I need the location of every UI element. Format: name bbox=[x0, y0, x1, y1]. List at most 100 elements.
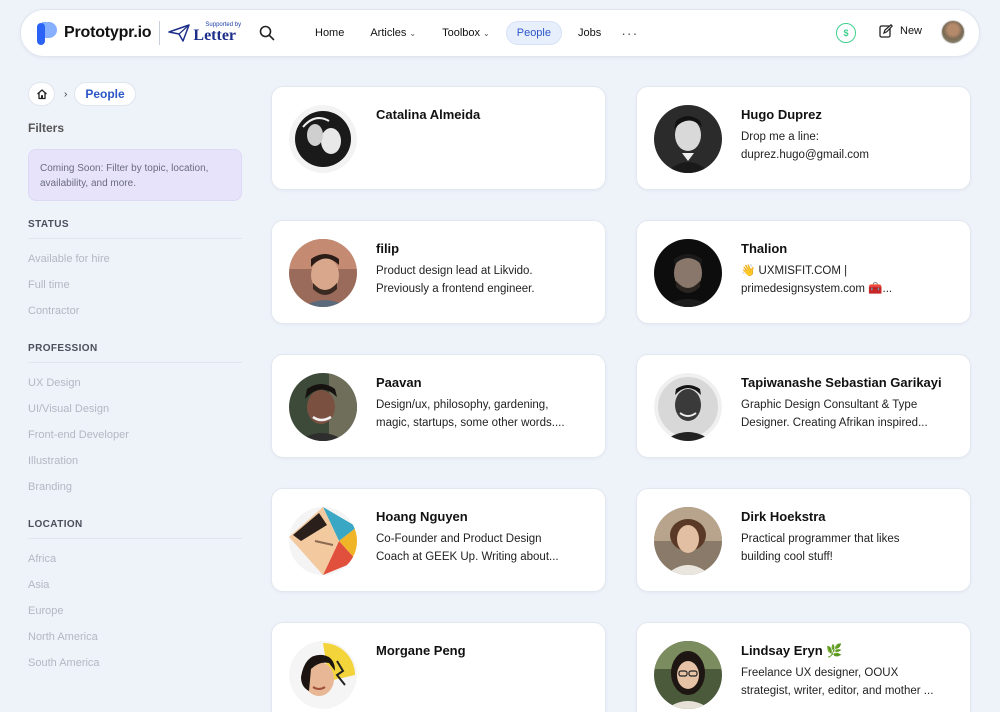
person-card[interactable]: Hoang Nguyen Co-Founder and Product Desi… bbox=[271, 488, 606, 592]
bio-line: Drop me a line: bbox=[741, 131, 819, 143]
nav-articles-label: Articles bbox=[370, 27, 407, 39]
avatar bbox=[289, 105, 357, 173]
brand-divider bbox=[159, 21, 161, 45]
coming-soon-notice: Coming Soon: Filter by topic, location, … bbox=[28, 149, 242, 201]
person-card[interactable]: Thalion 👋 UXMISFIT.COM | primedesignsyst… bbox=[636, 220, 971, 324]
bio-line: Freelance UX designer, OOUX bbox=[741, 667, 899, 679]
filter-item[interactable]: UX Design bbox=[28, 370, 242, 396]
bio-line: Previously a frontend engineer. bbox=[376, 283, 535, 295]
bio-line: Design/ux, philosophy, gardening, bbox=[376, 399, 549, 411]
filter-item[interactable]: Front-end Developer bbox=[28, 422, 242, 448]
person-bio: Graphic Design Consultant & Type Designe… bbox=[741, 396, 957, 432]
filter-item[interactable]: South America bbox=[28, 650, 242, 676]
nav-toolbox[interactable]: Toolbox ⌄ bbox=[432, 22, 500, 44]
person-name: filip bbox=[376, 241, 400, 256]
bio-line: Practical programmer that likes bbox=[741, 533, 900, 545]
filter-item[interactable]: Asia bbox=[28, 572, 242, 598]
person-bio: Co-Founder and Product Design Coach at G… bbox=[376, 530, 592, 566]
letter-wordmark: Letter bbox=[193, 27, 237, 44]
person-name: Catalina Almeida bbox=[376, 107, 481, 122]
person-name: Paavan bbox=[376, 375, 422, 390]
person-name: Hoang Nguyen bbox=[376, 509, 468, 524]
person-name: Tapiwanashe Sebastian Garikayi bbox=[741, 375, 942, 390]
bio-line: magic, startups, some other words.... bbox=[376, 417, 565, 429]
person-name: Lindsay Eryn 🌿 bbox=[741, 643, 843, 658]
brand[interactable]: Prototypr.io Supported by Letter bbox=[37, 20, 241, 46]
nav-jobs[interactable]: Jobs bbox=[568, 22, 611, 44]
section-title: STATUS bbox=[28, 219, 242, 239]
section-title: PROFESSION bbox=[28, 343, 242, 363]
nav-home-label: Home bbox=[315, 27, 345, 39]
person-card[interactable]: Lindsay Eryn 🌿 Freelance UX designer, OO… bbox=[636, 622, 971, 712]
user-avatar[interactable] bbox=[941, 20, 965, 44]
person-card[interactable]: filip Product design lead at Likvido. Pr… bbox=[271, 220, 606, 324]
avatar bbox=[654, 641, 722, 709]
bio-line: building cool stuff! bbox=[741, 551, 833, 563]
filter-item[interactable]: Branding bbox=[28, 474, 242, 500]
nav-home[interactable]: Home bbox=[305, 22, 354, 44]
person-bio: Product design lead at Likvido. Previous… bbox=[376, 262, 592, 298]
letter-sponsor[interactable]: Supported by Letter bbox=[168, 22, 241, 44]
filter-item[interactable]: North America bbox=[28, 624, 242, 650]
status-list: Available for hire Full time Contractor bbox=[28, 246, 242, 324]
person-card[interactable]: Catalina Almeida bbox=[271, 86, 606, 190]
person-card[interactable]: Paavan Design/ux, philosophy, gardening,… bbox=[271, 354, 606, 458]
person-card[interactable]: Hugo Duprez Drop me a line: duprez.hugo@… bbox=[636, 86, 971, 190]
profession-list: UX Design UI/Visual Design Front-end Dev… bbox=[28, 370, 242, 500]
avatar bbox=[289, 373, 357, 441]
brand-name: Prototypr.io bbox=[64, 24, 152, 41]
person-bio: Practical programmer that likes building… bbox=[741, 530, 957, 566]
edit-icon bbox=[879, 24, 893, 38]
profession-section: PROFESSION UX Design UI/Visual Design Fr… bbox=[28, 343, 242, 500]
nav-people-label: People bbox=[516, 27, 551, 39]
filter-item[interactable]: Illustration bbox=[28, 448, 242, 474]
more-menu-icon[interactable]: ··· bbox=[621, 25, 638, 41]
nav-people[interactable]: People bbox=[505, 21, 562, 45]
top-navbar: Prototypr.io Supported by Letter Home Ar… bbox=[20, 9, 980, 57]
person-name: Dirk Hoekstra bbox=[741, 509, 826, 524]
person-card[interactable]: Morgane Peng bbox=[271, 622, 606, 712]
new-post-button[interactable]: New bbox=[879, 24, 922, 38]
filters-title: Filters bbox=[28, 121, 65, 135]
filter-item[interactable]: Full time bbox=[28, 272, 242, 298]
bio-line: Co-Founder and Product Design bbox=[376, 533, 542, 545]
filter-item[interactable]: Contractor bbox=[28, 298, 242, 324]
breadcrumb: › People bbox=[28, 82, 242, 106]
nav-toolbox-label: Toolbox bbox=[442, 27, 481, 39]
person-card[interactable]: Dirk Hoekstra Practical programmer that … bbox=[636, 488, 971, 592]
bio-line: Graphic Design Consultant & Type bbox=[741, 399, 918, 411]
person-bio: Design/ux, philosophy, gardening, magic,… bbox=[376, 396, 592, 432]
chevron-down-icon: ⌄ bbox=[483, 28, 490, 38]
person-bio: 👋 UXMISFIT.COM | primedesignsystem.com 🧰… bbox=[741, 262, 957, 298]
avatar bbox=[289, 239, 357, 307]
bio-line: Coach at GEEK Up. Writing about... bbox=[376, 551, 559, 563]
bio-line: Product design lead at Likvido. bbox=[376, 265, 533, 277]
search-icon bbox=[259, 25, 275, 41]
location-section: LOCATION Africa Asia Europe North Americ… bbox=[28, 519, 242, 676]
breadcrumb-current[interactable]: People bbox=[74, 82, 136, 106]
paper-plane-icon bbox=[168, 24, 191, 42]
bio-line: Designer. Creating Afrikan inspired... bbox=[741, 417, 928, 429]
filter-item[interactable]: Europe bbox=[28, 598, 242, 624]
avatar bbox=[654, 105, 722, 173]
person-card[interactable]: Tapiwanashe Sebastian Garikayi Graphic D… bbox=[636, 354, 971, 458]
bio-line: duprez.hugo@gmail.com bbox=[741, 149, 870, 161]
breadcrumb-home[interactable] bbox=[28, 82, 55, 106]
bio-line: strategist, writer, editor, and mother .… bbox=[741, 685, 934, 697]
main-menu: Home Articles ⌄ Toolbox ⌄ People Jobs ··… bbox=[305, 21, 638, 45]
status-section: STATUS Available for hire Full time Cont… bbox=[28, 219, 242, 324]
search-button[interactable] bbox=[258, 24, 276, 42]
filter-item[interactable]: Africa bbox=[28, 546, 242, 572]
new-label: New bbox=[900, 25, 923, 37]
nav-jobs-label: Jobs bbox=[578, 27, 602, 39]
nav-articles[interactable]: Articles ⌄ bbox=[360, 22, 426, 44]
dollar-icon[interactable]: $ bbox=[836, 23, 856, 43]
home-icon bbox=[36, 89, 47, 100]
sidebar: › People Filters Coming Soon: Filter by … bbox=[28, 82, 242, 676]
avatar bbox=[289, 641, 357, 709]
filter-item[interactable]: UI/Visual Design bbox=[28, 396, 242, 422]
chevron-right-icon: › bbox=[64, 88, 68, 100]
person-bio: Drop me a line: duprez.hugo@gmail.com bbox=[741, 128, 957, 164]
bio-line: 👋 UXMISFIT.COM | bbox=[741, 265, 848, 277]
filter-item[interactable]: Available for hire bbox=[28, 246, 242, 272]
